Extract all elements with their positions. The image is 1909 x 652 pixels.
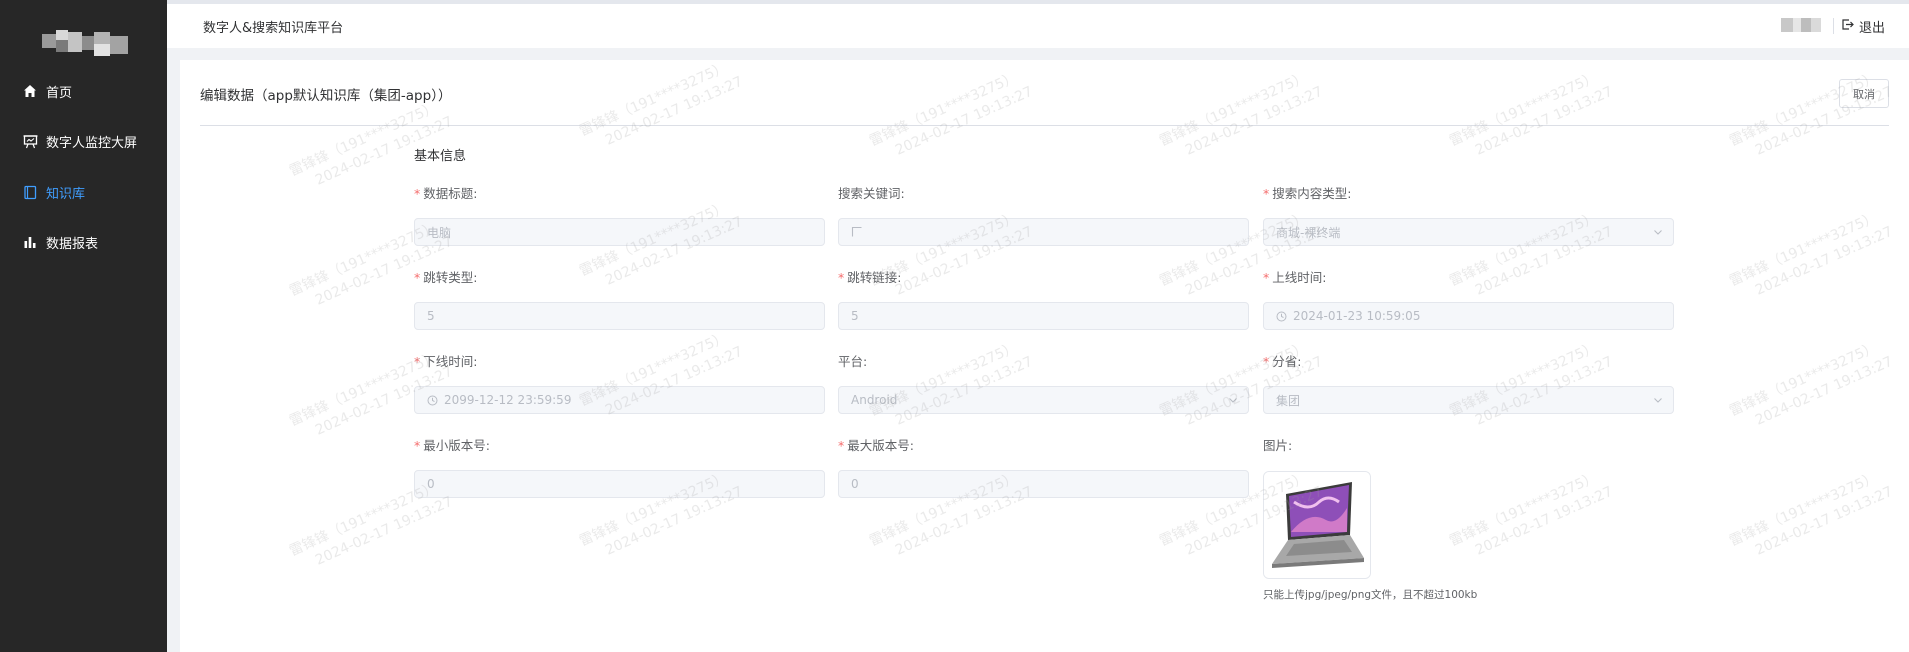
cancel-button[interactable]: 取消 (1839, 79, 1889, 108)
search-content-type-select[interactable]: 商城-裸终端 (1263, 218, 1674, 246)
laptop-image (1264, 472, 1370, 578)
user-avatar[interactable] (1781, 18, 1821, 32)
app-title: 数字人&搜索知识库平台 (203, 21, 344, 36)
chevron-down-icon (1654, 230, 1662, 235)
sidebar-item-knowledge-base[interactable]: 知识库 (0, 172, 167, 212)
sidebar-item-label: 知识库 (46, 186, 86, 202)
field-label: 数据标题: (423, 186, 478, 201)
bar-chart-icon (22, 234, 38, 250)
jump-type-input[interactable]: 5 (414, 302, 825, 330)
offline-time-picker[interactable]: 2099-12-12 23:59:59 (414, 386, 825, 414)
sidebar-item-reports[interactable]: 数据报表 (0, 222, 167, 262)
field-label: 搜索内容类型: (1272, 186, 1352, 201)
field-value: Android (851, 393, 898, 407)
field-label: 搜索关键词: (838, 186, 905, 201)
sidebar-item-label: 数字人监控大屏 (46, 135, 138, 151)
tag-icon (851, 226, 863, 238)
logout-button[interactable]: 退出 (1841, 17, 1885, 36)
min-version-field: * 最小版本号: 0 (414, 437, 825, 498)
offline-time-field: * 下线时间: 2099-12-12 23:59:59 (414, 353, 825, 414)
title-divider (200, 125, 1889, 126)
field-value: 集团 (1276, 393, 1301, 408)
jump-link-field: * 跳转链接: 5 (838, 269, 1249, 330)
logout-label: 退出 (1858, 21, 1885, 36)
section-title: 基本信息 (414, 149, 467, 164)
platform-select[interactable]: Android (838, 386, 1249, 414)
jump-link-input[interactable]: 5 (838, 302, 1249, 330)
book-icon (22, 184, 38, 200)
field-label: 最大版本号: (847, 438, 914, 453)
sidebar: 首页 数字人监控大屏 知识库 数据报表 (0, 0, 167, 652)
max-version-input[interactable]: 0 (838, 470, 1249, 498)
page-title: 编辑数据（app默认知识库（集团-app）） (200, 88, 452, 104)
jump-type-field: * 跳转类型: 5 (414, 269, 825, 330)
clock-icon (427, 395, 438, 406)
field-label: 下线时间: (423, 354, 478, 369)
field-value: 0 (427, 477, 435, 491)
field-label: 跳转类型: (423, 270, 478, 285)
sidebar-item-monitor[interactable]: 数字人监控大屏 (0, 121, 167, 161)
header-divider (1833, 18, 1834, 34)
home-icon (22, 83, 38, 99)
data-title-field: * 数据标题: 电脑 (414, 185, 825, 246)
field-value: 5 (427, 309, 435, 323)
chevron-down-icon (1229, 398, 1237, 403)
search-keyword-field: 搜索关键词: (838, 185, 1249, 246)
field-value: 2024-01-23 10:59:05 (1293, 309, 1421, 323)
platform-field: 平台: Android (838, 353, 1249, 414)
chevron-down-icon (1654, 398, 1662, 403)
sidebar-item-label: 首页 (46, 85, 73, 101)
max-version-field: * 最大版本号: 0 (838, 437, 1249, 498)
search-content-type-field: * 搜索内容类型: 商城-裸终端 (1263, 185, 1674, 246)
monitor-icon (22, 133, 38, 149)
clock-icon (1276, 311, 1287, 322)
sidebar-item-label: 数据报表 (46, 236, 99, 252)
field-label: 图片: (1263, 438, 1293, 453)
logo (38, 28, 132, 60)
top-header: 数字人&搜索知识库平台 退出 (167, 0, 1909, 48)
field-label: 平台: (838, 354, 868, 369)
online-time-field: * 上线时间: 2024-01-23 10:59:05 (1263, 269, 1674, 330)
field-value: 电脑 (427, 225, 452, 240)
upload-tip: 只能上传jpg/jpeg/png文件，且不超过100kb (1263, 589, 1478, 601)
field-value: 2099-12-12 23:59:59 (444, 393, 572, 407)
field-value: 商城-裸终端 (1276, 225, 1341, 240)
online-time-picker[interactable]: 2024-01-23 10:59:05 (1263, 302, 1674, 330)
field-value: 5 (851, 309, 859, 323)
field-label: 分省: (1272, 354, 1302, 369)
field-label: 跳转链接: (847, 270, 902, 285)
field-label: 上线时间: (1272, 270, 1327, 285)
field-value: 0 (851, 477, 859, 491)
sidebar-item-home[interactable]: 首页 (0, 71, 167, 111)
province-field: * 分省: 集团 (1263, 353, 1674, 414)
data-title-input[interactable]: 电脑 (414, 218, 825, 246)
search-keyword-input[interactable] (838, 218, 1249, 246)
image-field: 图片: (1263, 437, 1674, 455)
min-version-input[interactable]: 0 (414, 470, 825, 498)
logout-icon (1841, 18, 1854, 35)
content-panel: 编辑数据（app默认知识库（集团-app）） 取消 基本信息 * 数据标题: 电脑… (180, 60, 1909, 652)
province-select[interactable]: 集团 (1263, 386, 1674, 414)
image-upload[interactable] (1263, 471, 1371, 579)
field-label: 最小版本号: (423, 438, 490, 453)
